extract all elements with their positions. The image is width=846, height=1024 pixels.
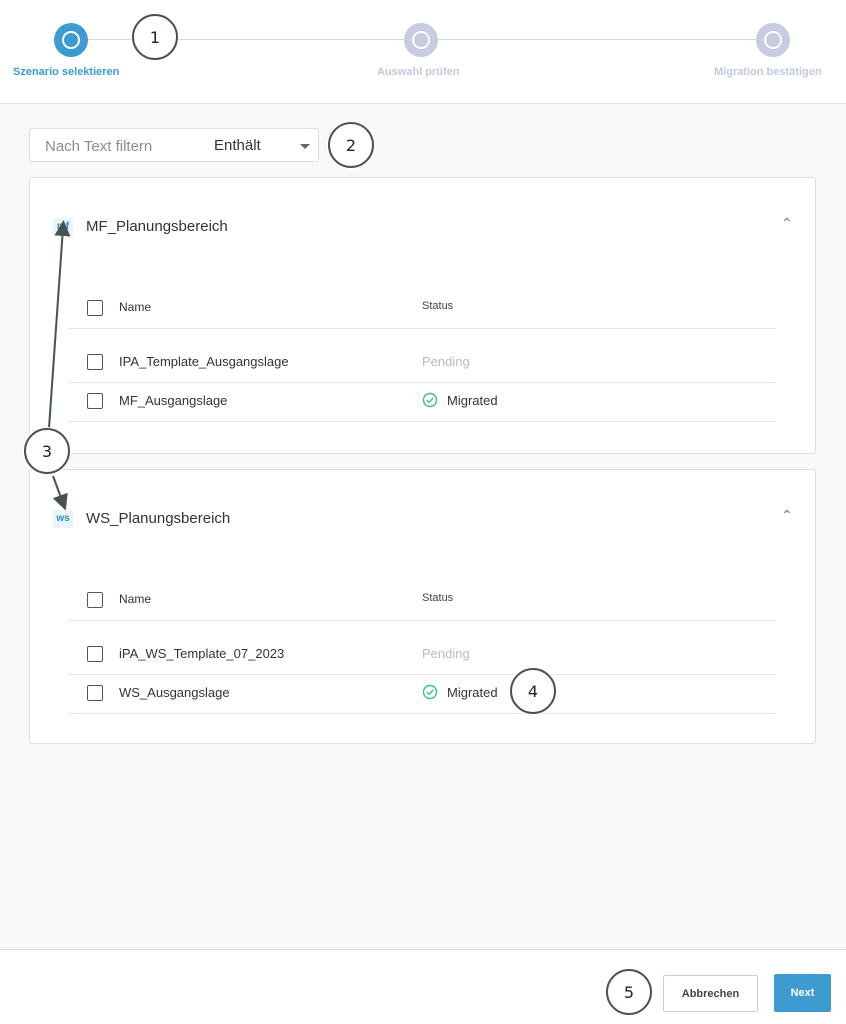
callout-1: 1 (132, 14, 178, 60)
text-filter[interactable]: Nach Text filtern Enthält (29, 128, 319, 162)
column-header-name[interactable]: Name (119, 300, 151, 314)
row-name: WS_Ausgangslage (119, 685, 230, 700)
callout-4: 4 (510, 668, 556, 714)
table-row[interactable]: IPA_Template_Ausgangslage Pending (68, 342, 776, 383)
table-row[interactable]: iPA_WS_Template_07_2023 Pending (68, 634, 776, 675)
group-badge: ws (53, 510, 73, 528)
table-header: Name Status (68, 288, 776, 329)
chevron-up-icon[interactable]: ⌃ (781, 215, 793, 232)
row-checkbox[interactable] (87, 646, 103, 662)
stepper-bar: Szenario selektieren Auswahl prüfen Migr… (0, 0, 846, 104)
row-name: IPA_Template_Ausgangslage (119, 354, 289, 369)
column-header-status[interactable]: Status (422, 300, 453, 312)
group-panel-mf: mf MF_Planungsbereich ⌃ Name Status IPA_… (29, 177, 816, 454)
group-badge: mf (53, 218, 73, 236)
callout-2: 2 (328, 122, 374, 168)
column-header-name[interactable]: Name (119, 592, 151, 606)
row-name: MF_Ausgangslage (119, 393, 228, 408)
group-panel-ws: ws WS_Planungsbereich ⌃ Name Status iPA_… (29, 469, 816, 744)
callout-3: 3 (24, 428, 70, 474)
row-checkbox[interactable] (87, 393, 103, 409)
filter-input[interactable]: Nach Text filtern (45, 138, 152, 155)
caret-down-icon[interactable] (300, 144, 310, 149)
group-title: MF_Planungsbereich (86, 218, 228, 235)
callout-5: 5 (606, 969, 652, 1015)
row-status: Migrated (447, 393, 498, 408)
step-3-indicator[interactable] (756, 23, 790, 57)
step-1-indicator[interactable] (54, 23, 88, 57)
column-header-status[interactable]: Status (422, 592, 453, 604)
step-connector (438, 39, 756, 40)
row-status: Pending (422, 354, 470, 369)
check-circle-icon (422, 392, 438, 408)
row-status-cell: Migrated (422, 684, 498, 700)
row-name: iPA_WS_Template_07_2023 (119, 646, 285, 661)
select-all-checkbox[interactable] (87, 592, 103, 608)
row-checkbox[interactable] (87, 685, 103, 701)
chevron-up-icon[interactable]: ⌃ (781, 507, 793, 524)
row-status: Pending (422, 646, 470, 661)
step-2-label: Auswahl prüfen (377, 66, 460, 78)
group-title: WS_Planungsbereich (86, 510, 231, 527)
cancel-button[interactable]: Abbrechen (663, 975, 758, 1012)
filter-mode-select[interactable]: Enthält (214, 137, 261, 154)
row-status: Migrated (447, 685, 498, 700)
check-circle-icon (422, 684, 438, 700)
table-header: Name Status (68, 580, 776, 621)
step-2-indicator[interactable] (404, 23, 438, 57)
table-row[interactable]: MF_Ausgangslage Migrated (68, 381, 776, 422)
row-status-cell: Migrated (422, 392, 498, 408)
next-button[interactable]: Next (774, 974, 831, 1012)
step-1-label: Szenario selektieren (13, 66, 120, 78)
row-checkbox[interactable] (87, 354, 103, 370)
step-3-label: Migration bestätigen (714, 66, 822, 78)
table-row[interactable]: WS_Ausgangslage Migrated (68, 673, 776, 714)
select-all-checkbox[interactable] (87, 300, 103, 316)
